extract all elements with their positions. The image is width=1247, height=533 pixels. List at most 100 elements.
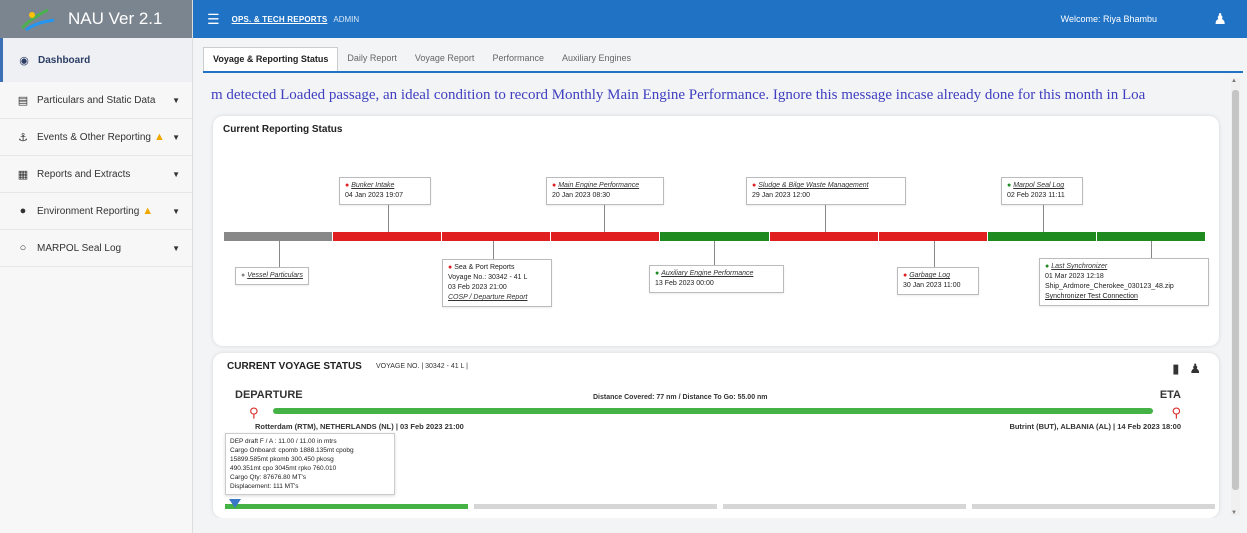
main-content: m detected Loaded passage, an ideal cond… bbox=[203, 78, 1228, 518]
tab-auxiliary-engines[interactable]: Auxiliary Engines bbox=[553, 47, 640, 71]
sidebar-item-environment[interactable]: ● Environment Reporting ▲ ▼ bbox=[0, 193, 192, 230]
timeline-segment bbox=[1096, 232, 1206, 241]
hamburger-menu-icon[interactable]: ☰ bbox=[207, 11, 220, 28]
event-sea-port-reports[interactable]: ● Sea & Port Reports Voyage No.: 30342 -… bbox=[442, 259, 552, 307]
connector-line bbox=[934, 241, 935, 267]
vertical-scrollbar[interactable]: ▲ ▼ bbox=[1231, 78, 1240, 516]
last-synchronizer-link[interactable]: Last Synchronizer bbox=[1051, 263, 1107, 270]
aux-engine-link[interactable]: Auxiliary Engine Performance bbox=[661, 270, 753, 277]
caret-down-icon: ▼ bbox=[172, 132, 180, 142]
timeline-segment bbox=[551, 232, 661, 241]
caret-down-icon: ▼ bbox=[172, 206, 180, 216]
sidebar-item-events[interactable]: ⚓ Events & Other Reporting ▲ ▼ bbox=[0, 119, 192, 156]
tab-bar: Voyage & Reporting Status Daily Report V… bbox=[203, 47, 1243, 73]
sync-test-connection-link[interactable]: Synchronizer Test Connection bbox=[1045, 292, 1203, 302]
timeline-segment bbox=[333, 232, 443, 241]
main-engine-link[interactable]: Main Engine Performance bbox=[558, 182, 639, 189]
caret-down-icon: ▼ bbox=[172, 95, 180, 105]
cosp-departure-link[interactable]: COSP / Departure Report bbox=[448, 293, 546, 303]
bunker-intake-link[interactable]: Bunker Intake bbox=[351, 182, 394, 189]
sidebar-item-label: MARPOL Seal Log bbox=[37, 242, 122, 254]
voyage-segment-progress bbox=[225, 504, 1215, 509]
brand[interactable]: NAU Ver 2.1 bbox=[0, 0, 192, 38]
marpol-seal-link[interactable]: Marpol Seal Log bbox=[1013, 182, 1064, 189]
event-bunker-intake[interactable]: ● Bunker Intake 04 Jan 2023 19:07 bbox=[339, 177, 431, 205]
app-root: NAU Ver 2.1 ◉ Dashboard ▤ Particulars an… bbox=[0, 0, 1247, 533]
caret-down-icon: ▼ bbox=[172, 169, 180, 179]
sidebar-item-label: Reports and Extracts bbox=[37, 168, 131, 180]
timeline-segment bbox=[224, 232, 334, 241]
sidebar-item-label: Particulars and Static Data bbox=[37, 94, 156, 106]
position-marker-icon bbox=[229, 499, 241, 508]
departure-pin-icon: ⚲ bbox=[249, 405, 259, 420]
warning-icon: ▲ bbox=[153, 131, 165, 143]
sync-file-name: Ship_Ardmore_Cherokee_030123_48.zip bbox=[1045, 283, 1174, 290]
event-date: 04 Jan 2023 19:07 bbox=[345, 192, 403, 199]
user-icon[interactable]: ♟ bbox=[1214, 10, 1227, 28]
arrival-port: Butrint (BUT), ALBANIA (AL) | 14 Feb 202… bbox=[1009, 422, 1181, 431]
bullet-icon: ● bbox=[655, 270, 660, 277]
sea-port-title: Sea & Port Reports bbox=[454, 264, 515, 271]
timeline-segment bbox=[660, 232, 770, 241]
event-main-engine-performance[interactable]: ● Main Engine Performance 20 Jan 2023 08… bbox=[546, 177, 664, 205]
top-bar: ☰ OPS. & TECH REPORTS ADMIN Welcome: Riy… bbox=[193, 0, 1247, 38]
reporting-status-card: Current Reporting Status ● Vessel Partic… bbox=[213, 116, 1219, 346]
connector-line bbox=[279, 241, 280, 267]
marquee-message: m detected Loaded passage, an ideal cond… bbox=[211, 87, 1146, 103]
timeline-segment bbox=[878, 232, 988, 241]
connector-line bbox=[493, 241, 494, 259]
event-date: 01 Mar 2023 12:18 bbox=[1045, 273, 1104, 280]
scroll-up-icon[interactable]: ▲ bbox=[1231, 78, 1237, 84]
tab-daily-report[interactable]: Daily Report bbox=[338, 47, 406, 71]
breadcrumb-ops-tech[interactable]: OPS. & TECH REPORTS bbox=[232, 15, 328, 24]
dashboard-icon: ◉ bbox=[19, 54, 29, 67]
reporting-status-title: Current Reporting Status bbox=[223, 124, 343, 135]
detail-line: Displacement: 111 MT's bbox=[230, 483, 299, 490]
bullet-icon: ● bbox=[1007, 182, 1012, 189]
event-marpol-seal-log[interactable]: ● Marpol Seal Log 02 Feb 2023 11:11 bbox=[1001, 177, 1083, 205]
sidebar-item-particulars[interactable]: ▤ Particulars and Static Data ▼ bbox=[0, 82, 192, 119]
voyage-tools: ▮ ♟ bbox=[1172, 361, 1201, 377]
report-icon: ▦ bbox=[17, 168, 29, 181]
event-vessel-particulars[interactable]: ● Vessel Particulars bbox=[235, 267, 309, 285]
voyage-number: VOYAGE NO. | 30342 - 41 L | bbox=[376, 363, 468, 370]
sidebar-item-dashboard[interactable]: ◉ Dashboard bbox=[0, 38, 192, 82]
breadcrumb-admin[interactable]: ADMIN bbox=[333, 15, 359, 24]
event-sludge-bilge[interactable]: ● Sludge & Bilge Waste Management 29 Jan… bbox=[746, 177, 906, 205]
connector-line bbox=[1151, 241, 1152, 258]
app-title: NAU Ver 2.1 bbox=[68, 9, 163, 28]
departure-label: DEPARTURE bbox=[235, 389, 303, 401]
departure-details-tooltip: DEP draft F / A : 11.00 / 11.00 in mtrs … bbox=[225, 433, 395, 495]
scrollbar-thumb[interactable] bbox=[1232, 90, 1239, 490]
tab-performance[interactable]: Performance bbox=[483, 47, 553, 71]
timeline-segment bbox=[987, 232, 1097, 241]
sidebar-item-marpol[interactable]: ○ MARPOL Seal Log ▼ bbox=[0, 230, 192, 267]
event-date: 29 Jan 2023 12:00 bbox=[752, 192, 810, 199]
progress-segment bbox=[474, 504, 717, 509]
welcome-text: Welcome: Riya Bhambu bbox=[1060, 14, 1157, 24]
timeline-segment bbox=[769, 232, 879, 241]
event-date: 20 Jan 2023 08:30 bbox=[552, 192, 610, 199]
status-timeline bbox=[224, 232, 1206, 241]
user-settings-icon[interactable]: ♟ bbox=[1189, 361, 1201, 377]
sidebar-item-label: Dashboard bbox=[38, 54, 91, 66]
event-last-synchronizer[interactable]: ● Last Synchronizer 01 Mar 2023 12:18 Sh… bbox=[1039, 258, 1209, 306]
tab-voyage-report[interactable]: Voyage Report bbox=[406, 47, 484, 71]
event-auxiliary-engine-performance[interactable]: ● Auxiliary Engine Performance 13 Feb 20… bbox=[649, 265, 784, 293]
tab-voyage-reporting-status[interactable]: Voyage & Reporting Status bbox=[203, 47, 339, 71]
scroll-down-icon[interactable]: ▼ bbox=[1231, 510, 1237, 516]
warning-icon: ▲ bbox=[142, 205, 154, 217]
event-date: 02 Feb 2023 11:11 bbox=[1007, 192, 1065, 199]
globe-icon: ● bbox=[19, 205, 27, 217]
event-garbage-log[interactable]: ● Garbage Log 30 Jan 2023 11:00 bbox=[897, 267, 979, 295]
garbage-log-link[interactable]: Garbage Log bbox=[909, 272, 950, 279]
progress-segment bbox=[723, 504, 966, 509]
event-date: 30 Jan 2023 11:00 bbox=[903, 282, 961, 289]
sludge-bilge-link[interactable]: Sludge & Bilge Waste Management bbox=[758, 182, 868, 189]
sidebar-item-label: Events & Other Reporting bbox=[37, 131, 151, 143]
sidebar-item-reports[interactable]: ▦ Reports and Extracts ▼ bbox=[0, 156, 192, 193]
bullet-icon: ● bbox=[552, 182, 557, 189]
vessel-particulars-link[interactable]: Vessel Particulars bbox=[247, 272, 303, 279]
document-icon[interactable]: ▮ bbox=[1172, 361, 1179, 377]
timeline-segment bbox=[442, 232, 552, 241]
